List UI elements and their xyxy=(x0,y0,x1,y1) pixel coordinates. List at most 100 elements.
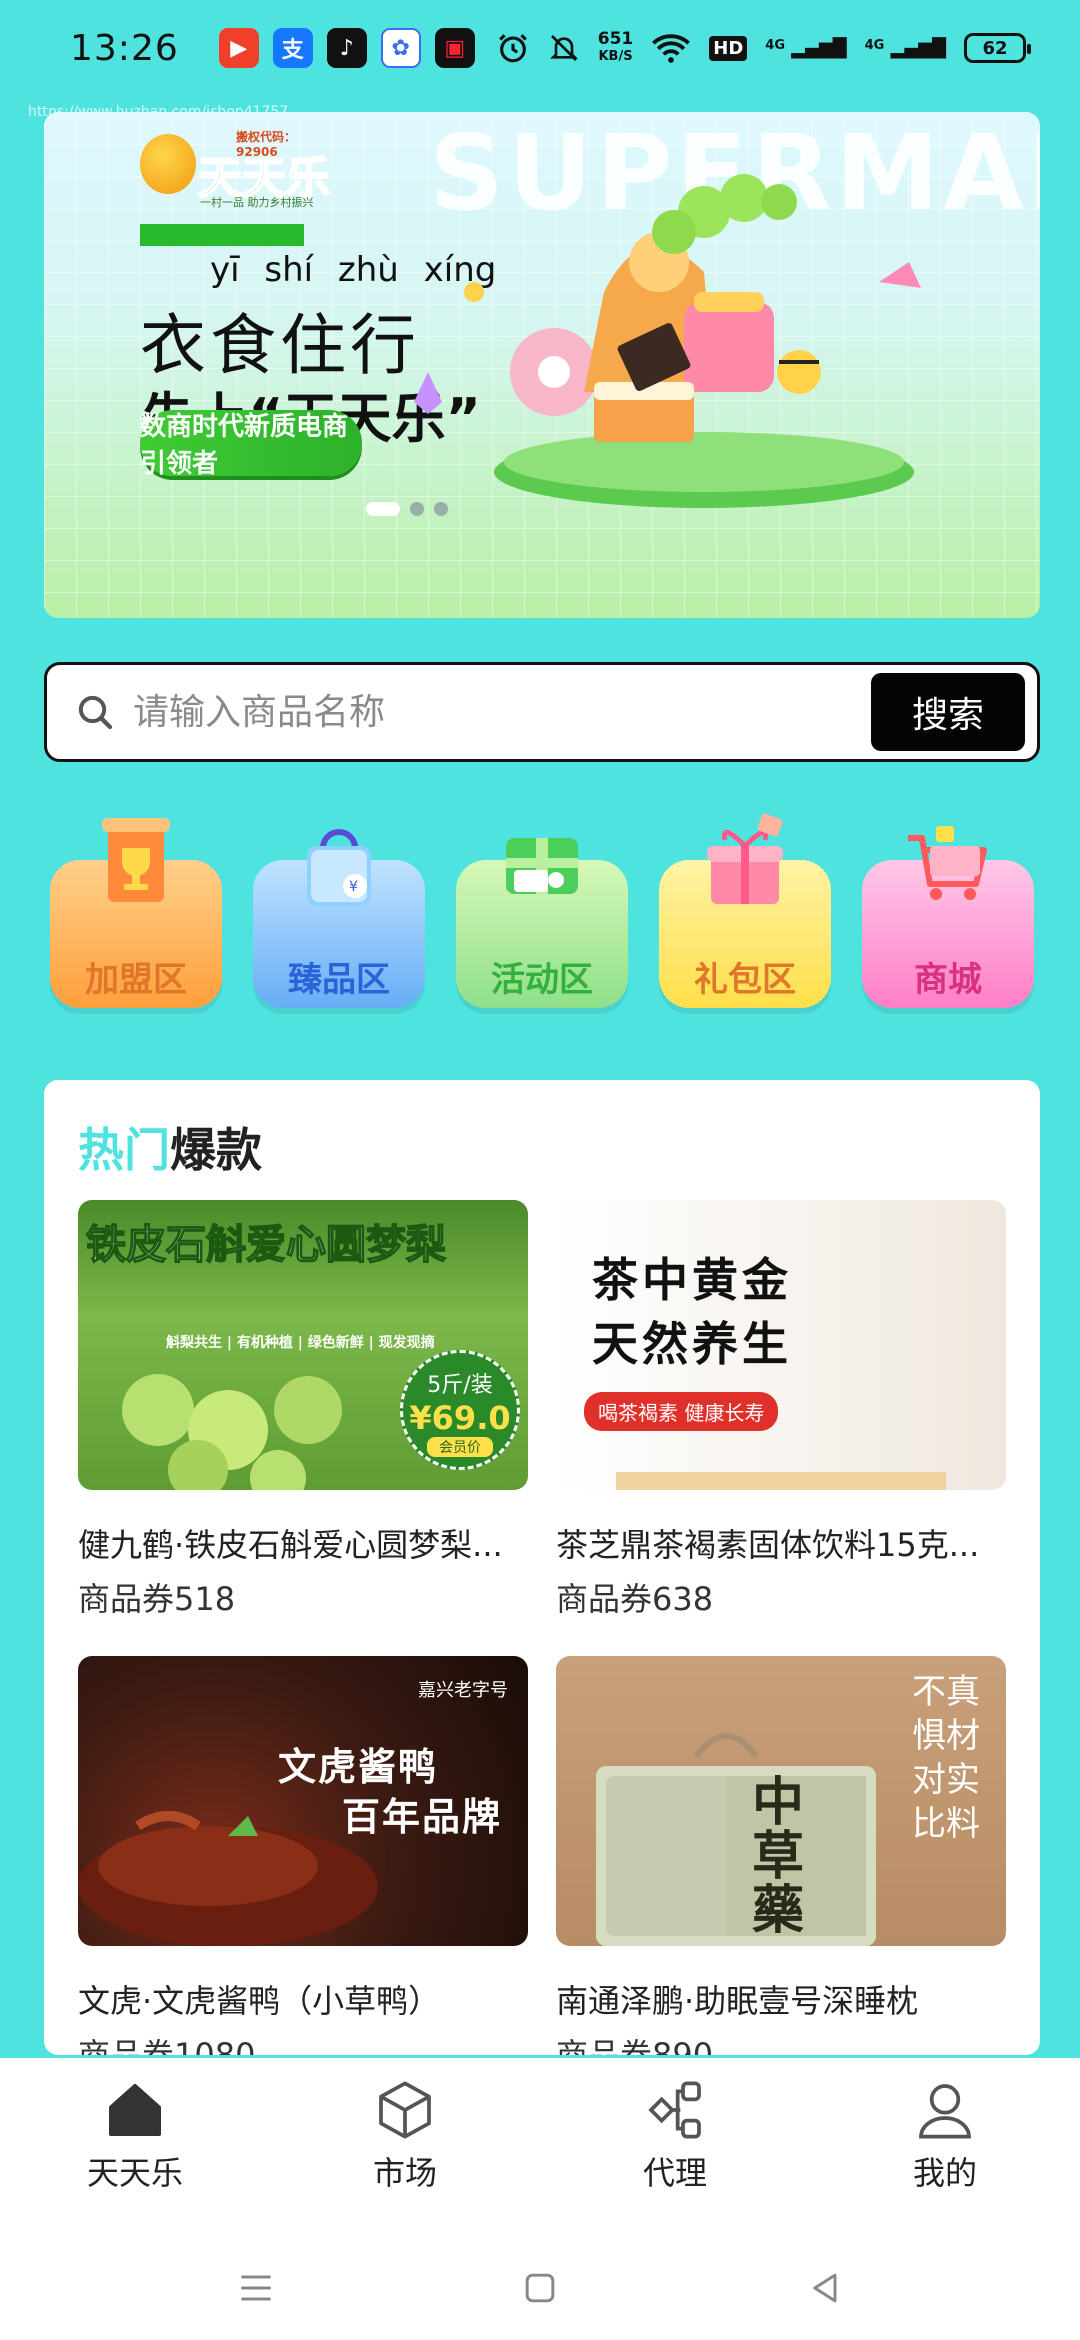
back-icon[interactable] xyxy=(802,2266,846,2310)
tab-label: 天天乐 xyxy=(86,2154,183,2192)
category-premium[interactable]: ¥ 臻品区 xyxy=(247,808,431,1008)
duck-illustration xyxy=(78,1811,378,1946)
network-speed-unit: KB/S xyxy=(598,49,633,64)
baidu-app-icon: ✿ xyxy=(380,28,421,68)
mute-bell-icon xyxy=(549,35,578,61)
signal-1-label: 4G xyxy=(765,37,785,53)
banner-page-dot[interactable] xyxy=(434,502,448,516)
product-price: 商品券1080 xyxy=(78,2036,256,2055)
section-title: 热门爆款 xyxy=(78,1114,262,1180)
system-navigation-bar xyxy=(0,2248,1080,2328)
home-icon xyxy=(109,2084,161,2136)
product-box-edge xyxy=(616,1472,946,1490)
product-card[interactable]: 铁皮石斛爱心圆梦梨 斛梨共生 | 有机种植 | 绿色新鲜 | 现发现摘 5斤/装… xyxy=(78,1200,528,1620)
wifi-icon xyxy=(652,34,691,63)
tiktok-app-icon: ♪ xyxy=(326,28,367,68)
svg-text:¥: ¥ xyxy=(349,879,358,895)
product-name: 南通泽鹏·助眠壹号深睡枕 xyxy=(556,1982,919,2020)
gift-box-icon xyxy=(707,813,783,904)
category-gift-pack[interactable]: 礼包区 xyxy=(653,808,837,1008)
product-card[interactable]: 嘉兴老字号 文虎酱鸭 百年品牌 文虎·文虎酱鸭（小草鸭） 商品券1080 xyxy=(78,1656,528,2055)
product-name: 文虎·文虎酱鸭（小草鸭） xyxy=(78,1982,441,2020)
screen-record-icon: ▣ xyxy=(434,28,475,68)
product-name: 茶芝鼎茶褐素固体饮料15克... xyxy=(556,1526,980,1564)
shopping-cart-icon xyxy=(908,826,987,900)
category-label: 礼包区 xyxy=(694,960,796,1000)
status-notification-icons: ▶ 支 ♪ ✿ ▣ xyxy=(218,28,475,68)
category-mall[interactable]: 商城 xyxy=(856,808,1040,1008)
slogan-row: 惧材 xyxy=(912,1716,980,1756)
status-system-icons: 651 KB/S HD 4G ▂▄▆█ 4G ▂▄▆█ 62 xyxy=(496,30,1031,66)
product-image-line2: 天然养生 xyxy=(592,1317,792,1371)
tab-market[interactable]: 市场 xyxy=(270,2078,540,2208)
home-square-icon[interactable] xyxy=(518,2266,562,2310)
share-nodes-icon xyxy=(648,2081,701,2139)
product-vertical-slogan: 不真 惧材 对实 比料 xyxy=(912,1670,980,1846)
banner-pagination xyxy=(366,502,448,516)
tab-me[interactable]: 我的 xyxy=(810,2078,1080,2208)
tab-label: 我的 xyxy=(912,2154,977,2192)
battery-level: 62 xyxy=(982,37,1008,59)
banner-tagline-pill: 数商时代新质电商引领者 xyxy=(140,410,362,479)
battery-icon: 62 xyxy=(964,33,1031,63)
menu-icon[interactable] xyxy=(234,2266,278,2310)
signal-2-label: 4G xyxy=(864,37,885,53)
category-label: 商城 xyxy=(914,960,982,1000)
product-price: 商品券638 xyxy=(556,1580,714,1618)
product-image-brand: 嘉兴老字号 xyxy=(418,1680,508,1701)
tab-home[interactable]: 天天乐 xyxy=(0,2078,270,2208)
product-image[interactable]: 不真 惧材 对实 比料 中草藥 xyxy=(556,1656,1006,1946)
cube-icon xyxy=(379,2081,431,2139)
category-franchise[interactable]: 加盟区 xyxy=(44,808,228,1008)
category-label: 活动区 xyxy=(491,960,593,1000)
shopping-bag-icon: ¥ xyxy=(307,829,371,906)
product-image[interactable]: 嘉兴老字号 文虎酱鸭 百年品牌 xyxy=(78,1656,528,1946)
tab-label: 代理 xyxy=(642,2154,707,2192)
bottom-tab-bar: 天天乐 市场 代理 我的 xyxy=(0,2058,1080,2340)
search-icon xyxy=(78,695,113,730)
product-card[interactable]: 茶中黄金 天然养生 喝茶褐素 健康长寿 茶芝鼎茶褐素固体饮料15克... 商品券… xyxy=(556,1200,1006,1620)
status-bar: 13:26 ▶ 支 ♪ ✿ ▣ 651 KB/S HD 4G ▂▄▆█ 4G ▂… xyxy=(0,0,1080,96)
product-image-line1: 茶中黄金 xyxy=(592,1253,792,1307)
hd-badge: HD xyxy=(709,35,748,61)
price-badge-price: ¥69.0 xyxy=(409,1399,511,1437)
trophy-icon xyxy=(102,818,170,902)
product-image-bag-text: 中草藥 xyxy=(752,1773,805,1941)
brand-motto: 一村一品 助力乡村振兴 xyxy=(200,196,314,209)
slogan-row: 不真 xyxy=(912,1672,980,1712)
product-name: 健九鹤·铁皮石斛爱心圆梦梨... xyxy=(78,1526,503,1564)
pear-fruit-illustration xyxy=(122,1374,342,1490)
search-input[interactable] xyxy=(133,691,871,733)
video-app-icon: ▶ xyxy=(218,28,259,68)
tab-label: 市场 xyxy=(372,2154,437,2192)
banner-page-dot[interactable] xyxy=(410,502,424,516)
mascot-icon xyxy=(140,134,196,194)
slogan-row: 对实 xyxy=(912,1760,980,1800)
network-speed: 651 KB/S xyxy=(598,30,634,66)
price-badge: 5斤/装 ¥69.0 会员价 xyxy=(400,1350,520,1470)
banner-page-dot[interactable] xyxy=(366,502,400,516)
status-time: 13:26 xyxy=(70,27,179,69)
product-image[interactable]: 铁皮石斛爱心圆梦梨 斛梨共生 | 有机种植 | 绿色新鲜 | 现发现摘 5斤/装… xyxy=(78,1200,528,1490)
hot-products-section: 热门爆款 铁皮石斛爱心圆梦梨 斛梨共生 | 有机种植 | 绿色新鲜 | 现发现摘… xyxy=(44,1080,1040,2055)
network-speed-value: 651 xyxy=(597,29,634,49)
gift-card-icon xyxy=(506,838,578,894)
signal-1: 4G ▂▄▆█ xyxy=(765,37,847,59)
product-image[interactable]: 茶中黄金 天然养生 喝茶褐素 健康长寿 xyxy=(556,1200,1006,1490)
search-button[interactable]: 搜索 xyxy=(871,673,1025,751)
product-image-title: 铁皮石斛爱心圆梦梨 xyxy=(85,1221,447,1269)
banner-illustration xyxy=(414,174,921,508)
alipay-app-icon: 支 xyxy=(272,28,313,68)
section-title-highlight: 热门 xyxy=(78,1123,170,1177)
search-bar: 搜索 xyxy=(44,662,1040,762)
category-grid: 加盟区 ¥ 臻品区 活动区 礼包区 商城 xyxy=(44,808,1040,1008)
product-card[interactable]: 不真 惧材 对实 比料 中草藥 南通泽鹏·助眠壹号深睡枕 商品券890 xyxy=(556,1656,1006,2055)
price-badge-weight: 5斤/装 xyxy=(427,1373,493,1398)
product-image-tag: 喝茶褐素 健康长寿 xyxy=(584,1392,779,1431)
promo-banner[interactable]: SUPERMARK 搬权代码：92906 天天乐 一村一品 助力乡村振兴 yī … xyxy=(44,112,1040,618)
category-activity[interactable]: 活动区 xyxy=(450,808,634,1008)
signal-2: 4G ▂▄▆█ xyxy=(864,37,946,59)
slogan-row: 比料 xyxy=(912,1804,980,1844)
tab-agent[interactable]: 代理 xyxy=(540,2078,810,2208)
product-price: 商品券890 xyxy=(556,2036,714,2055)
